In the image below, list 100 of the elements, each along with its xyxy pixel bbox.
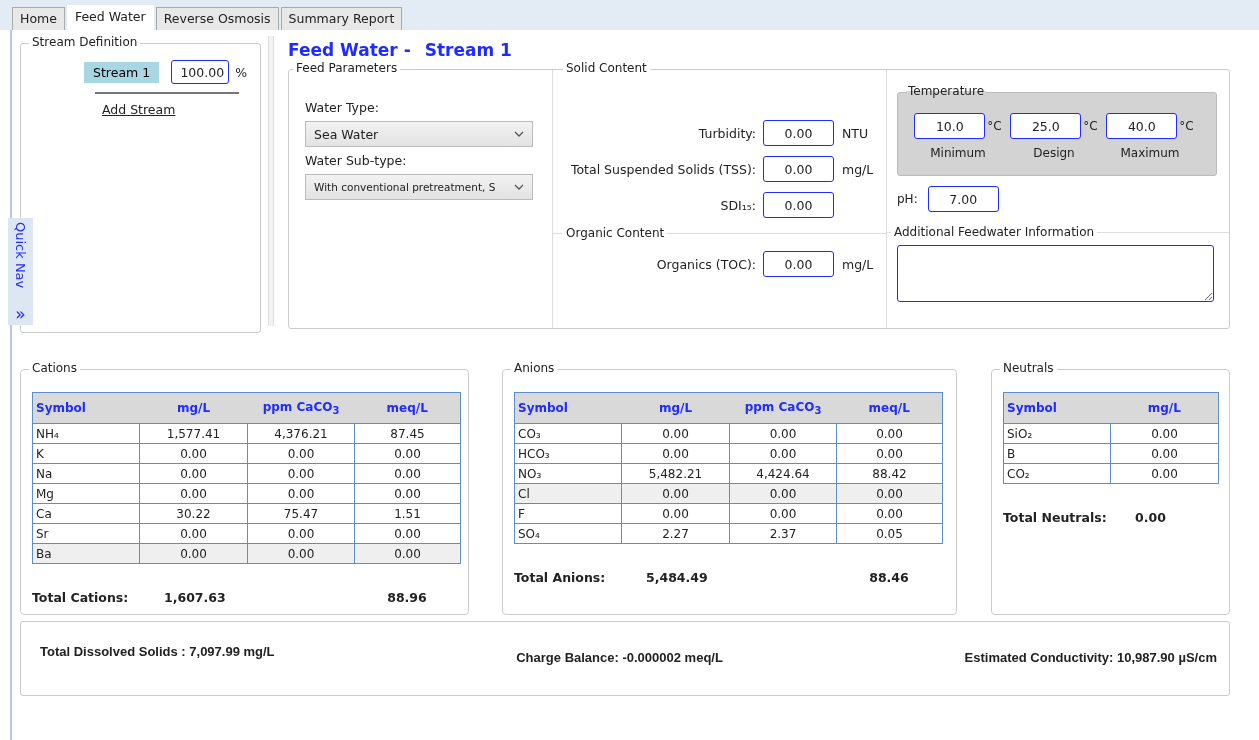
field-caption: Design bbox=[1033, 146, 1075, 160]
stream-button[interactable]: Stream 1 bbox=[84, 61, 160, 83]
table-cell: 75.47 bbox=[247, 503, 355, 524]
total-value: 1,607.63 bbox=[163, 590, 227, 605]
column-header: meq/L bbox=[354, 392, 461, 424]
field-label: pH: bbox=[897, 192, 918, 206]
table-cell: 0.00 bbox=[1110, 423, 1219, 444]
column-header: ppm CaCO$_{3}$ bbox=[729, 392, 837, 424]
field-caption: Maximum bbox=[1120, 146, 1180, 160]
table-row[interactable]: NH₄ 1,577.41 4,376.21 87.45 bbox=[32, 423, 461, 444]
quick-nav-tab[interactable]: Quick Nav » bbox=[8, 218, 33, 325]
table-row[interactable]: Sr 0.00 0.00 0.00 bbox=[32, 523, 461, 544]
table-row[interactable]: F 0.00 0.00 0.00 bbox=[514, 503, 943, 524]
total-value: 88.46 bbox=[868, 570, 910, 585]
panel-title: Feed Parameters bbox=[293, 61, 401, 75]
tab[interactable]: Reverse Osmosis bbox=[155, 7, 279, 30]
table-cell: CO₃ bbox=[514, 423, 622, 444]
total-value: 0.00 bbox=[1134, 510, 1167, 525]
chevron-down-icon bbox=[514, 131, 524, 137]
table-cell: 0.00 bbox=[354, 523, 461, 544]
value-field[interactable]: 0.00 bbox=[763, 192, 834, 218]
table-cell: 2.37 bbox=[729, 523, 837, 544]
unit-label: NTU bbox=[842, 125, 869, 141]
water-type-dropdown[interactable]: Sea Water bbox=[305, 121, 533, 147]
table-cell: 0.00 bbox=[139, 523, 248, 544]
table-row[interactable]: Cl 0.00 0.00 0.00 bbox=[514, 483, 943, 504]
table-cell: 0.00 bbox=[139, 463, 248, 484]
table-row[interactable]: SO₄ 2.27 2.37 0.05 bbox=[514, 523, 943, 544]
unit-label: °C bbox=[1179, 119, 1194, 133]
table-cell: SiO₂ bbox=[1003, 423, 1111, 444]
field-label: Water Type: bbox=[305, 100, 380, 115]
table-cell: 0.00 bbox=[354, 463, 461, 484]
table-row[interactable]: K 0.00 0.00 0.00 bbox=[32, 443, 461, 464]
column-header: mg/L bbox=[621, 392, 730, 424]
table-cell: 0.00 bbox=[621, 423, 730, 444]
temperature-field[interactable]: 25.0 bbox=[1010, 113, 1082, 139]
table-cell: 88.42 bbox=[836, 463, 943, 484]
total-label: Total Cations: bbox=[32, 590, 130, 605]
table-cell: 87.45 bbox=[354, 423, 461, 444]
tab[interactable]: Home bbox=[12, 7, 65, 30]
table-cell: SO₄ bbox=[514, 523, 622, 544]
table-cell: Mg bbox=[32, 483, 140, 504]
field-label: Organics (TOC): bbox=[655, 256, 757, 272]
value-field[interactable]: 0.00 bbox=[763, 251, 834, 277]
table-cell: 4,424.64 bbox=[729, 463, 837, 484]
panel-title: Cations bbox=[29, 361, 80, 375]
table-cell: 0.00 bbox=[729, 443, 837, 464]
table-cell: HCO₃ bbox=[514, 443, 622, 464]
panel-title: Neutrals bbox=[1000, 361, 1057, 375]
table-row[interactable]: HCO₃ 0.00 0.00 0.00 bbox=[514, 443, 943, 464]
table-row[interactable]: SiO₂ 0.00 bbox=[1003, 423, 1219, 444]
water-subtype-dropdown[interactable]: With conventional pretreatment, S bbox=[305, 174, 533, 200]
table-row[interactable]: Mg 0.00 0.00 0.00 bbox=[32, 483, 461, 504]
panel-title: Additional Feedwater Information bbox=[891, 225, 1098, 239]
table-cell: 0.00 bbox=[836, 503, 943, 524]
table-cell: 0.00 bbox=[139, 443, 248, 464]
table-row[interactable]: CO₂ 0.00 bbox=[1003, 463, 1219, 484]
value-field[interactable]: 0.00 bbox=[763, 120, 834, 146]
percent-field[interactable]: 100.00 bbox=[171, 60, 230, 84]
temperature-field[interactable]: 40.0 bbox=[1106, 113, 1178, 139]
table-cell: 0.00 bbox=[247, 523, 355, 544]
table-cell: 5,482.21 bbox=[621, 463, 730, 484]
tab[interactable]: Feed Water bbox=[66, 5, 154, 30]
column-header: ppm CaCO$_{3}$ bbox=[247, 392, 355, 424]
table-cell: K bbox=[32, 443, 140, 464]
table-cell: 0.00 bbox=[247, 463, 355, 484]
unit-label: % bbox=[235, 64, 248, 80]
table-row[interactable]: Ba 0.00 0.00 0.00 bbox=[32, 543, 461, 564]
temperature-field[interactable]: 10.0 bbox=[914, 113, 986, 139]
table-cell: Sr bbox=[32, 523, 140, 544]
add-stream-link[interactable]: Add Stream bbox=[102, 102, 176, 117]
table-row[interactable]: CO₃ 0.00 0.00 0.00 bbox=[514, 423, 943, 444]
table-row[interactable]: Ca 30.22 75.47 1.51 bbox=[32, 503, 461, 524]
table-cell: 0.00 bbox=[836, 423, 943, 444]
field-label: SDI₁₅: bbox=[719, 197, 757, 213]
table-row[interactable]: Na 0.00 0.00 0.00 bbox=[32, 463, 461, 484]
unit-label: °C bbox=[987, 119, 1002, 133]
column-header: mg/L bbox=[1110, 392, 1219, 424]
table-cell: 0.00 bbox=[247, 443, 355, 464]
total-value: 5,484.49 bbox=[645, 570, 709, 585]
table-cell: 30.22 bbox=[139, 503, 248, 524]
field-label: Turbidity: bbox=[697, 125, 757, 141]
column-header: meq/L bbox=[836, 392, 943, 424]
total-value: 88.96 bbox=[386, 590, 428, 605]
total-label: Total Anions: bbox=[514, 570, 607, 585]
chevron-down-icon bbox=[514, 184, 524, 190]
unit-label: mg/L bbox=[842, 256, 874, 272]
table-cell: Na bbox=[32, 463, 140, 484]
table-row[interactable]: B 0.00 bbox=[1003, 443, 1219, 464]
field-label: Total Suspended Solids (TSS): bbox=[569, 161, 757, 177]
table-row[interactable]: NO₃ 5,482.21 4,424.64 88.42 bbox=[514, 463, 943, 484]
table-cell: Ba bbox=[32, 543, 140, 564]
total-label: Total Neutrals: bbox=[1003, 510, 1108, 525]
panel-title: Stream Definition bbox=[29, 35, 141, 49]
table-cell: 0.00 bbox=[354, 443, 461, 464]
table-cell: Cl bbox=[514, 483, 622, 504]
ph-field[interactable]: 7.00 bbox=[927, 186, 999, 212]
value-field[interactable]: 0.00 bbox=[763, 156, 834, 182]
notes-field[interactable] bbox=[897, 245, 1214, 302]
tab[interactable]: Summary Report bbox=[280, 7, 403, 30]
